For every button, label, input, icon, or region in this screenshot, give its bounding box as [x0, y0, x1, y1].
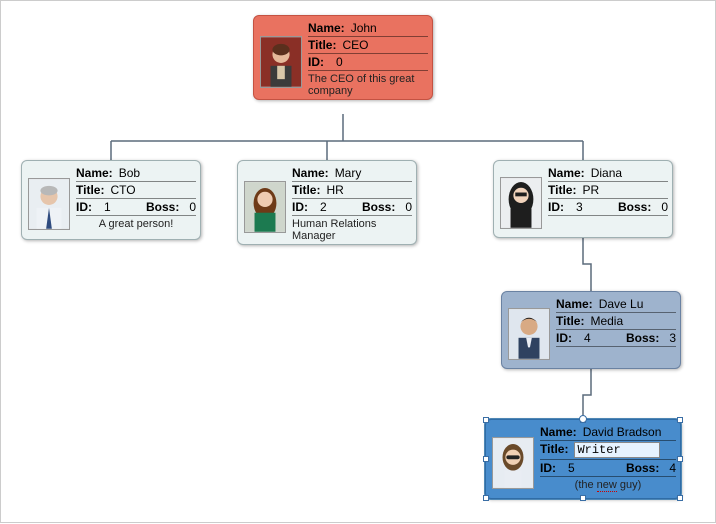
- node-diana[interactable]: Name: Diana Title: PR ID: 3 Boss: 0: [493, 160, 673, 238]
- label-id: ID:: [556, 331, 572, 345]
- label-boss: Boss:: [362, 200, 395, 214]
- label-boss: Boss:: [618, 200, 651, 214]
- org-chart-canvas[interactable]: Name: John Title: CEO ID: 0 The CEO of this…: [0, 0, 716, 523]
- node-mary[interactable]: Name: Mary Title: HR ID: 2 Boss: 0 Human Rel…: [237, 160, 417, 245]
- john-title: CEO: [342, 38, 368, 52]
- label-id: ID:: [76, 200, 92, 214]
- diana-title: PR: [582, 183, 599, 197]
- mary-id: 2: [320, 200, 327, 214]
- john-name: John: [351, 21, 377, 35]
- david-name: David Bradson: [583, 425, 662, 439]
- selection-handle[interactable]: [483, 495, 489, 501]
- label-title: Title:: [548, 183, 576, 197]
- label-id: ID:: [548, 200, 564, 214]
- label-name: Name:: [308, 21, 345, 35]
- node-bob[interactable]: Name: Bob Title: CTO ID: 1 Boss: 0 A great p…: [21, 160, 201, 240]
- avatar-john: [260, 36, 302, 88]
- bob-boss: 0: [189, 200, 196, 214]
- diana-name: Diana: [591, 166, 622, 180]
- dave-name: Dave Lu: [599, 297, 644, 311]
- label-id: ID:: [308, 55, 324, 69]
- david-caption: (the new guy): [540, 477, 676, 492]
- selection-handle[interactable]: [677, 456, 683, 462]
- label-title: Title:: [292, 183, 320, 197]
- connection-port[interactable]: [579, 415, 587, 423]
- label-title: Title:: [556, 314, 584, 328]
- selection-handle[interactable]: [677, 495, 683, 501]
- bob-title: CTO: [110, 183, 135, 197]
- john-caption: The CEO of this great company: [308, 71, 428, 97]
- dave-id: 4: [584, 331, 591, 345]
- diana-boss: 0: [661, 200, 668, 214]
- label-title: Title:: [540, 442, 568, 456]
- label-title: Title:: [76, 183, 104, 197]
- avatar-david: [492, 437, 534, 489]
- avatar-dave: [508, 308, 550, 360]
- david-boss: 4: [669, 461, 676, 475]
- selection-handle[interactable]: [677, 417, 683, 423]
- john-id: 0: [336, 55, 343, 69]
- node-dave[interactable]: Name: Dave Lu Title: Media ID: 4 Boss: 3: [501, 291, 681, 369]
- label-id: ID:: [292, 200, 308, 214]
- label-name: Name:: [292, 166, 329, 180]
- dave-boss: 3: [669, 331, 676, 345]
- david-id: 5: [568, 461, 575, 475]
- label-name: Name:: [548, 166, 585, 180]
- label-boss: Boss:: [626, 461, 659, 475]
- selection-handle[interactable]: [483, 417, 489, 423]
- node-john[interactable]: Name: John Title: CEO ID: 0 The CEO of this…: [253, 15, 433, 100]
- label-name: Name:: [556, 297, 593, 311]
- selection-handle[interactable]: [483, 456, 489, 462]
- label-id: ID:: [540, 461, 556, 475]
- label-title: Title:: [308, 38, 336, 52]
- label-boss: Boss:: [146, 200, 179, 214]
- label-name: Name:: [540, 425, 577, 439]
- avatar-diana: [500, 177, 542, 229]
- label-boss: Boss:: [626, 331, 659, 345]
- bob-name: Bob: [119, 166, 140, 180]
- mary-caption: Human Relations Manager: [292, 216, 412, 242]
- avatar-bob: [28, 178, 70, 230]
- mary-title: HR: [326, 183, 343, 197]
- bob-id: 1: [104, 200, 111, 214]
- mary-name: Mary: [335, 166, 362, 180]
- bob-caption: A great person!: [76, 216, 196, 230]
- node-david[interactable]: Name: David Bradson Title: ID: 5 Boss: 4 (t…: [485, 419, 681, 499]
- dave-title: Media: [590, 314, 623, 328]
- label-name: Name:: [76, 166, 113, 180]
- avatar-mary: [244, 181, 286, 233]
- selection-handle[interactable]: [580, 417, 586, 423]
- david-title-input[interactable]: [574, 442, 660, 458]
- diana-id: 3: [576, 200, 583, 214]
- mary-boss: 0: [405, 200, 412, 214]
